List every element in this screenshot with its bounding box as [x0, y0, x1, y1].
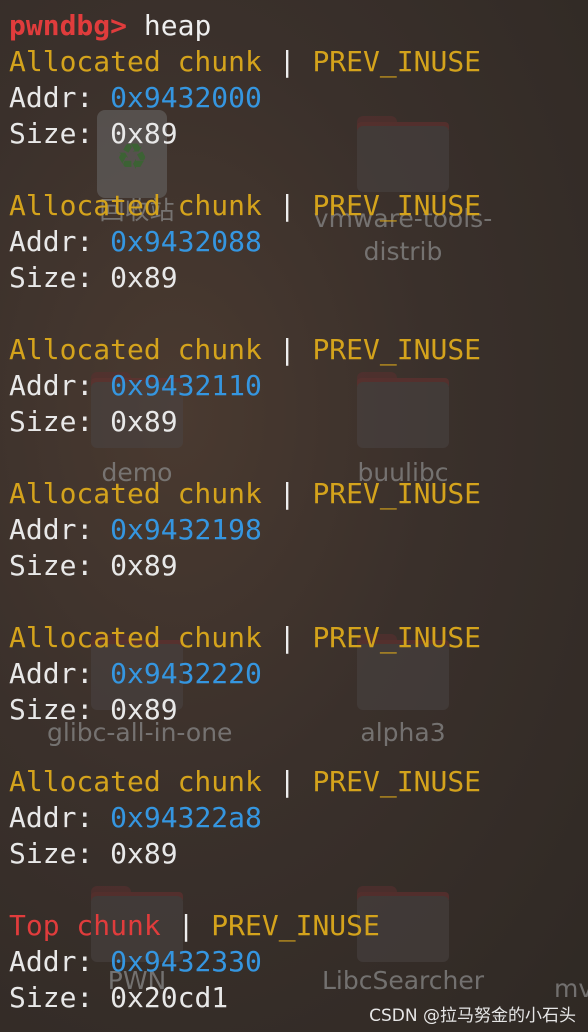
- chunk-kind: Allocated chunk: [9, 477, 262, 510]
- chunk-address: 0x9432220: [110, 657, 262, 690]
- chunk-size: 0x89: [110, 117, 178, 150]
- chunk-header: Allocated chunk | PREV_INUSE: [9, 477, 482, 510]
- chunk-size-line: Size: 0x89: [9, 405, 178, 438]
- chunk-kind: Allocated chunk: [9, 765, 262, 798]
- command-line: pwndbg> heap: [9, 8, 481, 44]
- chunk-size: 0x89: [110, 261, 178, 294]
- chunk-size: 0x89: [110, 693, 178, 726]
- chunk-size-line: Size: 0x89: [9, 261, 178, 294]
- terminal-output[interactable]: pwndbg> heap Allocated chunk | PREV_INUS…: [9, 8, 481, 1016]
- chunk-flag: PREV_INUSE: [211, 909, 380, 942]
- chunk-size-line: Size: 0x89: [9, 549, 178, 582]
- prompt: pwndbg>: [9, 9, 128, 42]
- chunk-address: 0x94322a8: [110, 801, 262, 834]
- chunk-header: Allocated chunk | PREV_INUSE: [9, 189, 482, 222]
- watermark: CSDN @拉马努金的小石头: [369, 1006, 576, 1026]
- chunk-kind: Allocated chunk: [9, 45, 262, 78]
- chunk-addr-line: Addr: 0x94322a8: [9, 801, 262, 834]
- chunk-size: 0x89: [110, 837, 178, 870]
- chunk-kind: Allocated chunk: [9, 189, 262, 222]
- chunk-size-line: Size: 0x89: [9, 117, 178, 150]
- chunk-address: 0x9432198: [110, 513, 262, 546]
- chunk-header: Allocated chunk | PREV_INUSE: [9, 621, 482, 654]
- chunk-size: 0x89: [110, 405, 178, 438]
- chunk-address: 0x9432110: [110, 369, 262, 402]
- chunk-addr-line: Addr: 0x9432110: [9, 369, 262, 402]
- chunk-kind: Top chunk: [9, 909, 161, 942]
- chunk-flag: PREV_INUSE: [312, 189, 482, 222]
- chunk-size-line: Size: 0x89: [9, 837, 178, 870]
- chunk-addr-line: Addr: 0x9432000: [9, 81, 262, 114]
- chunk-addr-line: Addr: 0x9432088: [9, 225, 262, 258]
- chunk-size: 0x20cd1: [110, 981, 229, 1014]
- chunk-addr-line: Addr: 0x9432220: [9, 657, 262, 690]
- command: heap: [127, 9, 212, 42]
- chunk-kind: Allocated chunk: [9, 333, 262, 366]
- chunk-header: Allocated chunk | PREV_INUSE: [9, 333, 482, 366]
- chunk-flag: PREV_INUSE: [312, 477, 482, 510]
- chunk-flag: PREV_INUSE: [312, 621, 482, 654]
- chunk-header: Allocated chunk | PREV_INUSE: [9, 45, 482, 78]
- chunk-flag: PREV_INUSE: [312, 765, 482, 798]
- chunk-address: 0x9432088: [110, 225, 262, 258]
- chunk-address: 0x9432000: [110, 81, 262, 114]
- chunk-size: 0x89: [110, 549, 178, 582]
- top-chunk-addr-line: Addr: 0x9432330: [9, 945, 262, 978]
- chunk-flag: PREV_INUSE: [312, 45, 482, 78]
- chunk-header: Allocated chunk | PREV_INUSE: [9, 765, 482, 798]
- top-chunk-header: Top chunk | PREV_INUSE: [9, 909, 380, 942]
- chunk-flag: PREV_INUSE: [312, 333, 482, 366]
- chunk-kind: Allocated chunk: [9, 621, 262, 654]
- desktop-icon-mv[interactable]: mv: [540, 882, 588, 1005]
- chunk-size-line: Size: 0x89: [9, 693, 178, 726]
- chunk-addr-line: Addr: 0x9432198: [9, 513, 262, 546]
- chunk-address: 0x9432330: [110, 945, 262, 978]
